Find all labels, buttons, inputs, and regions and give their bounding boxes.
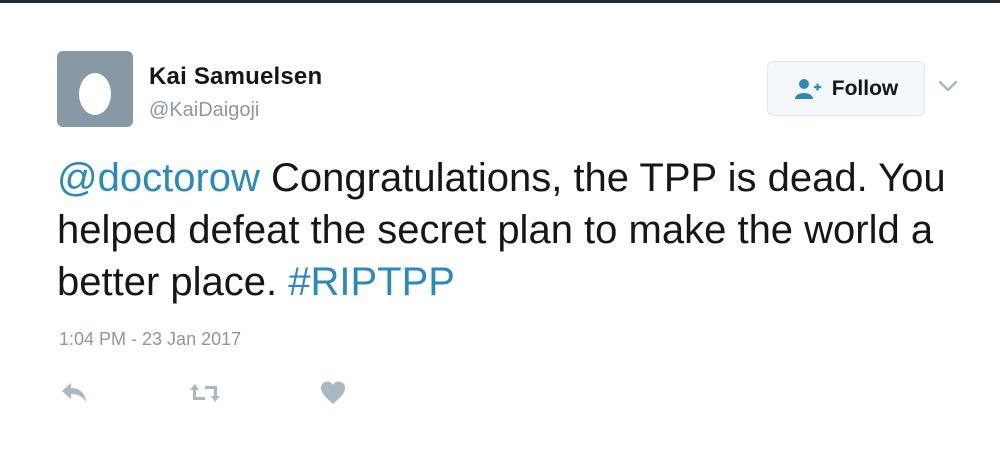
timestamp[interactable]: 1:04 PM - 23 Jan 2017 (59, 329, 241, 350)
retweet-icon[interactable] (188, 378, 222, 408)
add-user-icon (794, 78, 821, 99)
tweet-text: @doctorow Congratulations, the TPP is de… (57, 152, 957, 308)
author-handle[interactable]: @KaiDaigoji (149, 99, 259, 122)
reply-icon[interactable] (59, 378, 89, 408)
tweet-card: Kai Samuelsen @KaiDaigoji Follow @doctor… (0, 0, 1000, 452)
egg-avatar-icon (79, 73, 111, 115)
hashtag-link[interactable]: #RIPTPP (288, 260, 455, 304)
follow-button[interactable]: Follow (767, 61, 925, 116)
mention-link[interactable]: @doctorow (57, 156, 260, 200)
avatar[interactable] (57, 51, 133, 127)
chevron-down-icon[interactable] (937, 78, 959, 94)
follow-label: Follow (831, 76, 899, 100)
author-name[interactable]: Kai Samuelsen (149, 63, 322, 91)
heart-icon[interactable] (319, 378, 347, 408)
